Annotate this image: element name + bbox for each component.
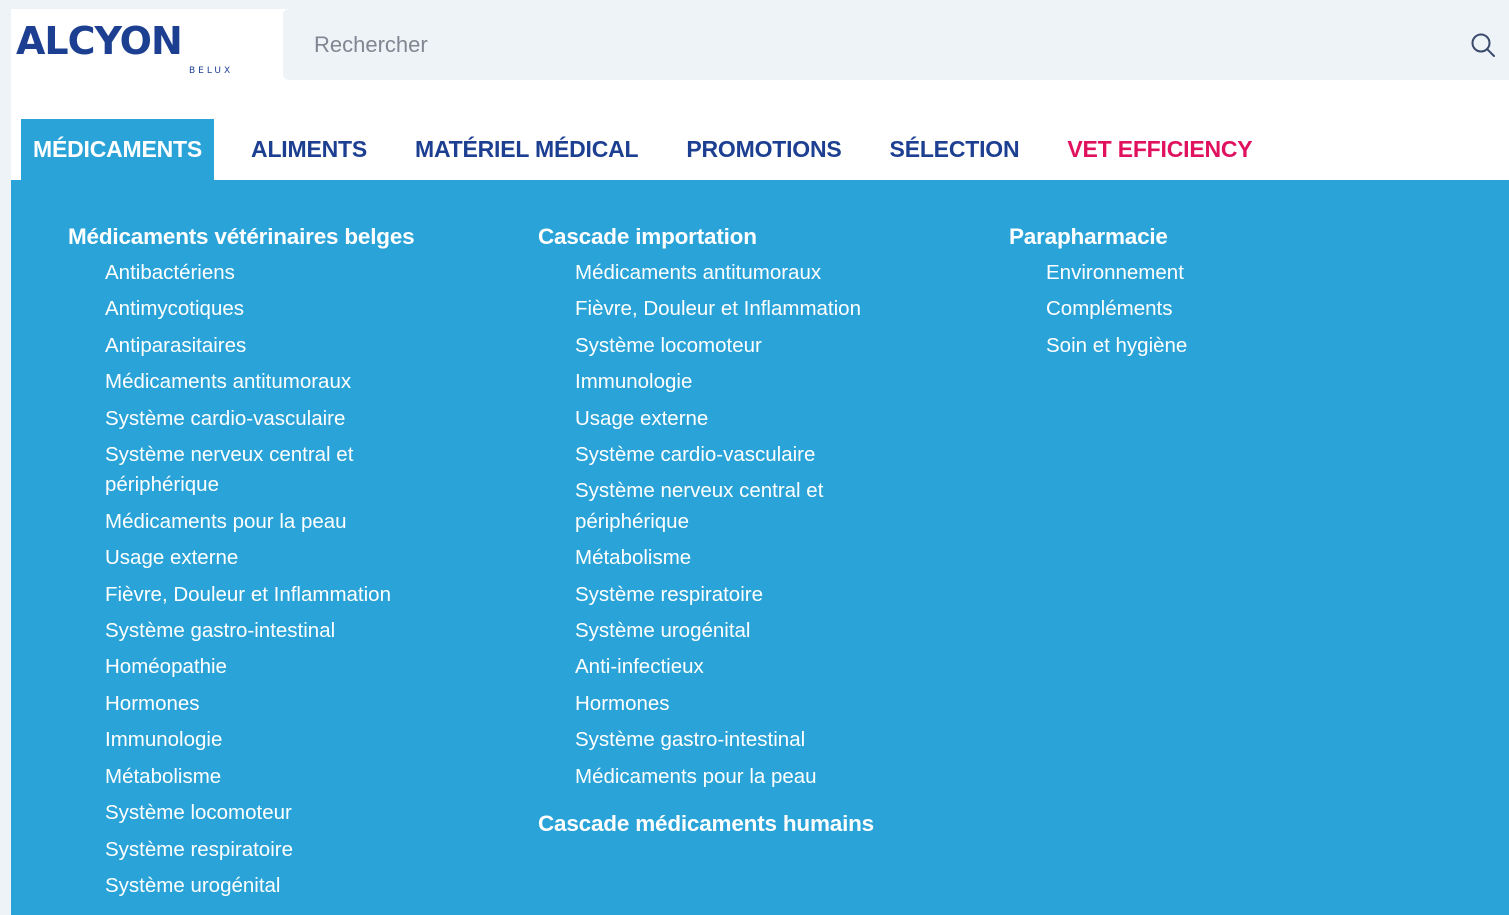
page: ALCYON BELUX MÉDICAMENTS ALIMENTS MATÉRI… [11, 9, 1509, 915]
subcategory-link[interactable]: Médicaments pour la peau [575, 762, 875, 792]
subcategory-link[interactable]: Compléments [1046, 294, 1346, 324]
subcategory-link[interactable]: Environnement [1046, 258, 1346, 288]
search-bar [283, 9, 1509, 80]
main-nav: MÉDICAMENTS ALIMENTS MATÉRIEL MÉDICAL PR… [21, 119, 1288, 180]
logo-wordmark: ALCYON [16, 19, 183, 63]
menu-column: Médicaments vétérinaires belges Antibact… [68, 223, 508, 907]
nav-medicaments[interactable]: MÉDICAMENTS [21, 119, 215, 180]
search-icon[interactable] [1469, 31, 1497, 59]
subcategory-link[interactable]: Fièvre, Douleur et Inflammation [105, 580, 405, 610]
subcategory-link[interactable]: Médicaments antitumoraux [105, 367, 405, 397]
category-title[interactable]: Cascade médicaments humains [538, 810, 978, 838]
category-title[interactable]: Parapharmacie [1009, 223, 1449, 251]
subcategory-link[interactable]: Homéopathie [105, 652, 405, 682]
menu-column: Parapharmacie Environnement Compléments … [1009, 223, 1449, 367]
subcategory-link[interactable]: Antibactériens [105, 258, 405, 288]
mega-menu: Médicaments vétérinaires belges Antibact… [11, 180, 1509, 915]
subcategory-link[interactable]: Anti-infectieux [575, 652, 875, 682]
subcategory-link[interactable]: Système gastro-intestinal [575, 725, 875, 755]
nav-selection[interactable]: SÉLECTION [878, 119, 1032, 180]
subcategory-link[interactable]: Système urogénital [105, 871, 405, 901]
category-title[interactable]: Médicaments vétérinaires belges [68, 223, 508, 251]
subcategory-link[interactable]: Système locomoteur [575, 331, 875, 361]
logo-subtitle: BELUX [189, 66, 234, 76]
search-input[interactable] [283, 9, 1433, 80]
subcategory-list: Environnement Compléments Soin et hygièn… [1009, 258, 1449, 361]
subcategory-link[interactable]: Système cardio-vasculaire [105, 404, 405, 434]
subcategory-link[interactable]: Fièvre, Douleur et Inflammation [575, 294, 875, 324]
subcategory-link[interactable]: Hormones [105, 689, 405, 719]
nav-vet-efficiency[interactable]: VET EFFICIENCY [1055, 119, 1264, 180]
subcategory-link[interactable]: Système nerveux central et périphérique [105, 440, 405, 501]
subcategory-link[interactable]: Immunologie [105, 725, 405, 755]
subcategory-link[interactable]: Soin et hygiène [1046, 331, 1346, 361]
subcategory-link[interactable]: Immunologie [575, 367, 875, 397]
subcategory-list: Antibactériens Antimycotiques Antiparasi… [68, 258, 508, 901]
subcategory-link[interactable]: Système respiratoire [575, 580, 875, 610]
nav-promotions[interactable]: PROMOTIONS [674, 119, 853, 180]
subcategory-link[interactable]: Métabolisme [105, 762, 405, 792]
alcyon-logo[interactable]: ALCYON BELUX [16, 19, 236, 81]
subcategory-link[interactable]: Antiparasitaires [105, 331, 405, 361]
subcategory-link[interactable]: Antimycotiques [105, 294, 405, 324]
subcategory-link[interactable]: Médicaments antitumoraux [575, 258, 875, 288]
subcategory-link[interactable]: Hormones [575, 689, 875, 719]
subcategory-link[interactable]: Système nerveux central et périphérique [575, 476, 875, 537]
menu-column: Cascade importation Médicaments antitumo… [538, 223, 978, 845]
subcategory-link[interactable]: Usage externe [575, 404, 875, 434]
subcategory-link[interactable]: Système gastro-intestinal [105, 616, 405, 646]
subcategory-link[interactable]: Métabolisme [575, 543, 875, 573]
subcategory-list: Médicaments antitumoraux Fièvre, Douleur… [538, 258, 978, 792]
subcategory-link[interactable]: Système locomoteur [105, 798, 405, 828]
nav-materiel-medical[interactable]: MATÉRIEL MÉDICAL [403, 119, 650, 180]
subcategory-link[interactable]: Système respiratoire [105, 835, 405, 865]
subcategory-link[interactable]: Médicaments pour la peau [105, 507, 405, 537]
subcategory-link[interactable]: Système cardio-vasculaire [575, 440, 875, 470]
nav-aliments[interactable]: ALIMENTS [239, 119, 379, 180]
category-title[interactable]: Cascade importation [538, 223, 978, 251]
subcategory-link[interactable]: Usage externe [105, 543, 405, 573]
subcategory-link[interactable]: Système urogénital [575, 616, 875, 646]
